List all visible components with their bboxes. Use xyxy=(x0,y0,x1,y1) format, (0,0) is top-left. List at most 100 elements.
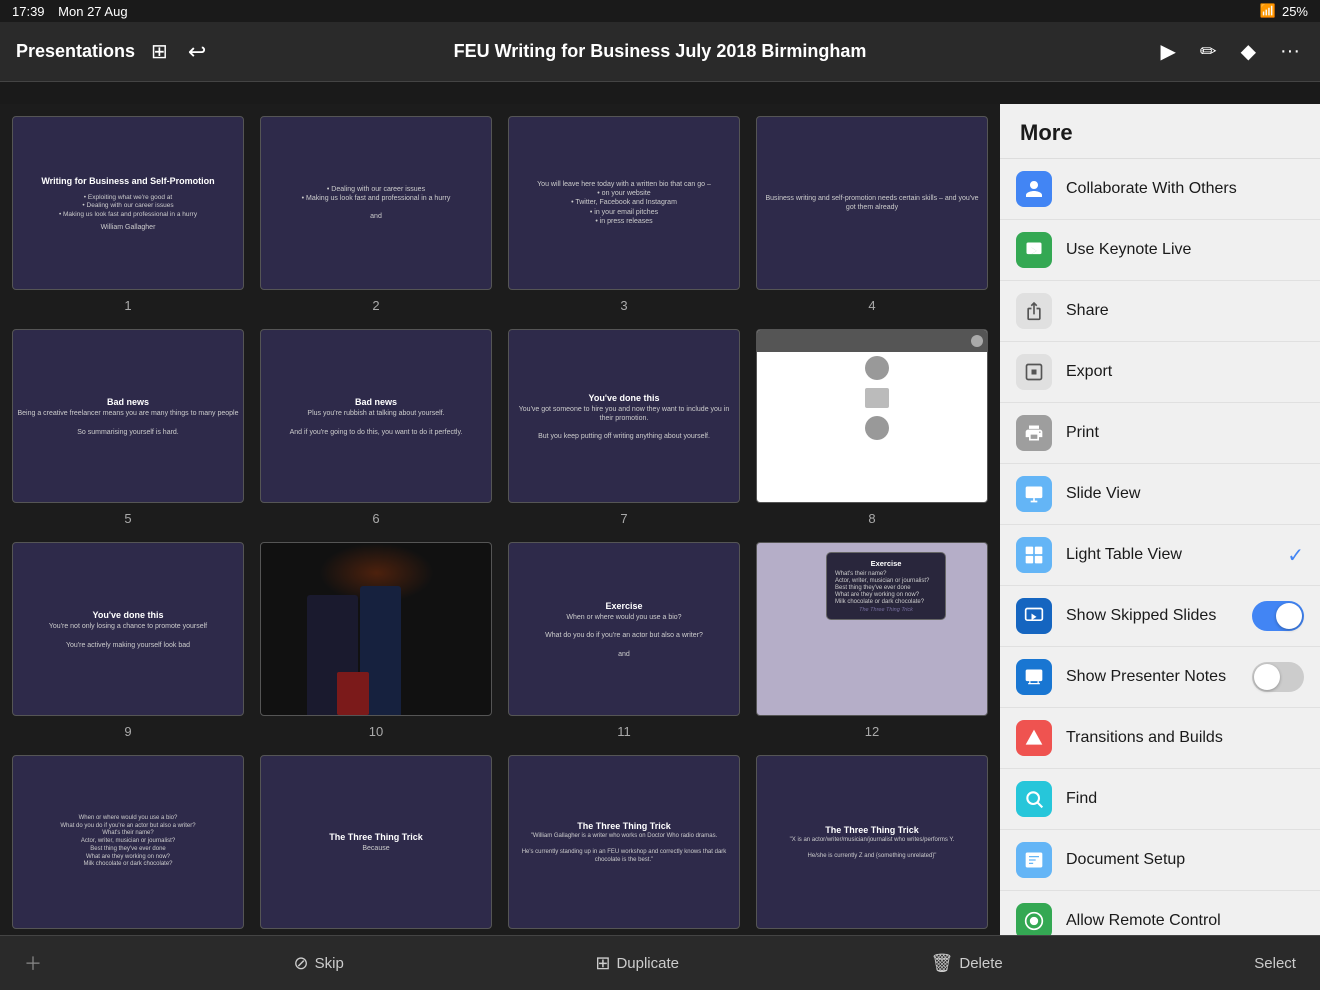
remote-control-icon xyxy=(1016,903,1052,935)
sidebar-item-find[interactable]: Find xyxy=(1000,769,1320,830)
slide-number: 7 xyxy=(620,511,627,526)
slide-view-icon xyxy=(1016,476,1052,512)
slide-thumb[interactable]: Business writing and self-promotion need… xyxy=(756,116,988,290)
checkmark-icon: ✓ xyxy=(1287,543,1304,568)
slide-number: 1 xyxy=(124,298,131,313)
sidebar-item-remote-control[interactable]: Allow Remote Control xyxy=(1000,891,1320,935)
sidebar-item-share[interactable]: Share xyxy=(1000,281,1320,342)
back-button[interactable]: ↩ xyxy=(184,35,210,69)
share-button[interactable]: ◆ xyxy=(1237,35,1260,68)
pen-tool-button[interactable]: ✏ xyxy=(1196,35,1221,68)
presenter-notes-icon xyxy=(1016,659,1052,695)
status-time: 17:39 Mon 27 Aug xyxy=(12,4,128,19)
more-button[interactable]: ··· xyxy=(1276,36,1304,67)
slide-thumb[interactable]: Bad news Plus you're rubbish at talking … xyxy=(260,329,492,503)
share-icon xyxy=(1016,293,1052,329)
add-slide-button[interactable]: ＋ xyxy=(24,950,42,976)
list-item[interactable]: The Three Thing Trick "William Gallagher… xyxy=(508,755,740,935)
list-item[interactable]: You will leave here today with a written… xyxy=(508,116,740,313)
slide-thumb[interactable]: The Three Thing Trick "William Gallagher… xyxy=(508,755,740,929)
list-item[interactable]: 10 xyxy=(260,542,492,739)
slide-thumb[interactable] xyxy=(756,329,988,503)
find-icon xyxy=(1016,781,1052,817)
slide-thumb[interactable]: Writing for Business and Self-Promotion … xyxy=(12,116,244,290)
delete-label: Delete xyxy=(959,955,1002,972)
wifi-icon: 📶 xyxy=(1260,3,1276,19)
print-label: Print xyxy=(1066,424,1304,442)
list-item[interactable]: When or where would you use a bio?What d… xyxy=(12,755,244,935)
slide-thumb[interactable]: You've done this You've got someone to h… xyxy=(508,329,740,503)
sidebar-item-doc-setup[interactable]: Document Setup xyxy=(1000,830,1320,891)
light-table-icon xyxy=(1016,537,1052,573)
list-item[interactable]: You've done this You're not only losing … xyxy=(12,542,244,739)
select-button[interactable]: Select xyxy=(1254,955,1296,972)
document-title: FEU Writing for Business July 2018 Birmi… xyxy=(454,41,867,62)
remote-control-label: Allow Remote Control xyxy=(1066,912,1304,930)
grid-view-button[interactable]: ⊞ xyxy=(147,35,172,68)
list-item[interactable]: Writing for Business and Self-Promotion … xyxy=(12,116,244,313)
sidebar-item-keynote-live[interactable]: Use Keynote Live xyxy=(1000,220,1320,281)
sidebar-item-collaborate[interactable]: Collaborate With Others xyxy=(1000,159,1320,220)
slide-grid-area[interactable]: Writing for Business and Self-Promotion … xyxy=(0,104,1000,935)
list-item[interactable]: Business writing and self-promotion need… xyxy=(756,116,988,313)
slide-thumb[interactable]: When or where would you use a bio?What d… xyxy=(12,755,244,929)
status-bar: 17:39 Mon 27 Aug 📶 25% xyxy=(0,0,1320,22)
skip-label: Skip xyxy=(315,955,344,972)
delete-button[interactable]: 🗑 Delete xyxy=(931,953,1003,974)
play-button[interactable]: ▶ xyxy=(1156,35,1179,68)
doc-setup-icon xyxy=(1016,842,1052,878)
list-item[interactable]: The Three Thing Trick Because 14 xyxy=(260,755,492,935)
sidebar-item-show-skipped[interactable]: Show Skipped Slides xyxy=(1000,586,1320,647)
slide-number: 9 xyxy=(124,724,131,739)
slide-thumb[interactable]: You've done this You're not only losing … xyxy=(12,542,244,716)
doc-setup-label: Document Setup xyxy=(1066,851,1304,869)
slide-thumb[interactable]: Bad news Being a creative freelancer mea… xyxy=(12,329,244,503)
slide-number: 4 xyxy=(868,298,875,313)
list-item[interactable]: 8 xyxy=(756,329,988,526)
slide-thumb[interactable]: Exercise What's their name? Actor, write… xyxy=(756,542,988,716)
slide-thumb[interactable]: • Dealing with our career issues• Making… xyxy=(260,116,492,290)
slide-thumb[interactable]: Exercise When or where would you use a b… xyxy=(508,542,740,716)
top-bar: Presentations ⊞ ↩ FEU Writing for Busine… xyxy=(0,22,1320,82)
slide-thumb[interactable]: You will leave here today with a written… xyxy=(508,116,740,290)
right-panel: More Collaborate With Others Use Keynote… xyxy=(1000,104,1320,935)
transitions-icon xyxy=(1016,720,1052,756)
duplicate-button[interactable]: ⊞ Duplicate xyxy=(595,953,679,974)
sidebar-item-print[interactable]: Print xyxy=(1000,403,1320,464)
main-area: Writing for Business and Self-Promotion … xyxy=(0,104,1320,935)
sidebar-item-show-notes[interactable]: Show Presenter Notes xyxy=(1000,647,1320,708)
sidebar-item-transitions[interactable]: Transitions and Builds xyxy=(1000,708,1320,769)
slide-number: 10 xyxy=(369,724,383,739)
list-item[interactable]: • Dealing with our career issues• Making… xyxy=(260,116,492,313)
sidebar-item-slide-view[interactable]: Slide View xyxy=(1000,464,1320,525)
slide-thumb[interactable]: The Three Thing Trick Because xyxy=(260,755,492,929)
share-label: Share xyxy=(1066,302,1304,320)
slide-thumb[interactable]: The Three Thing Trick "X is an actor/wri… xyxy=(756,755,988,929)
skip-button[interactable]: ⊘ Skip xyxy=(294,953,344,974)
show-skipped-toggle[interactable] xyxy=(1252,601,1304,631)
list-item[interactable]: Bad news Plus you're rubbish at talking … xyxy=(260,329,492,526)
panel-header: More xyxy=(1000,104,1320,159)
slide-number: 2 xyxy=(372,298,379,313)
list-item[interactable]: Bad news Being a creative freelancer mea… xyxy=(12,329,244,526)
light-table-label: Light Table View xyxy=(1066,546,1273,564)
duplicate-icon: ⊞ xyxy=(595,953,610,974)
slide-number: 12 xyxy=(865,724,879,739)
list-item[interactable]: Exercise What's their name? Actor, write… xyxy=(756,542,988,739)
sidebar-item-light-table[interactable]: Light Table View ✓ xyxy=(1000,525,1320,586)
slide-thumb[interactable] xyxy=(260,542,492,716)
battery-indicator: 25% xyxy=(1282,4,1308,19)
sidebar-item-export[interactable]: Export xyxy=(1000,342,1320,403)
slide-grid: Writing for Business and Self-Promotion … xyxy=(12,116,988,935)
slide-number: 6 xyxy=(372,511,379,526)
list-item[interactable]: You've done this You've got someone to h… xyxy=(508,329,740,526)
slide-number: 3 xyxy=(620,298,627,313)
show-notes-label: Show Presenter Notes xyxy=(1066,668,1238,686)
list-item[interactable]: Exercise When or where would you use a b… xyxy=(508,542,740,739)
show-skipped-label: Show Skipped Slides xyxy=(1066,607,1238,625)
top-bar-left: Presentations ⊞ ↩ xyxy=(16,35,236,69)
slide-view-label: Slide View xyxy=(1066,485,1304,503)
show-notes-toggle[interactable] xyxy=(1252,662,1304,692)
presentations-nav-button[interactable]: Presentations xyxy=(16,41,135,62)
list-item[interactable]: The Three Thing Trick "X is an actor/wri… xyxy=(756,755,988,935)
